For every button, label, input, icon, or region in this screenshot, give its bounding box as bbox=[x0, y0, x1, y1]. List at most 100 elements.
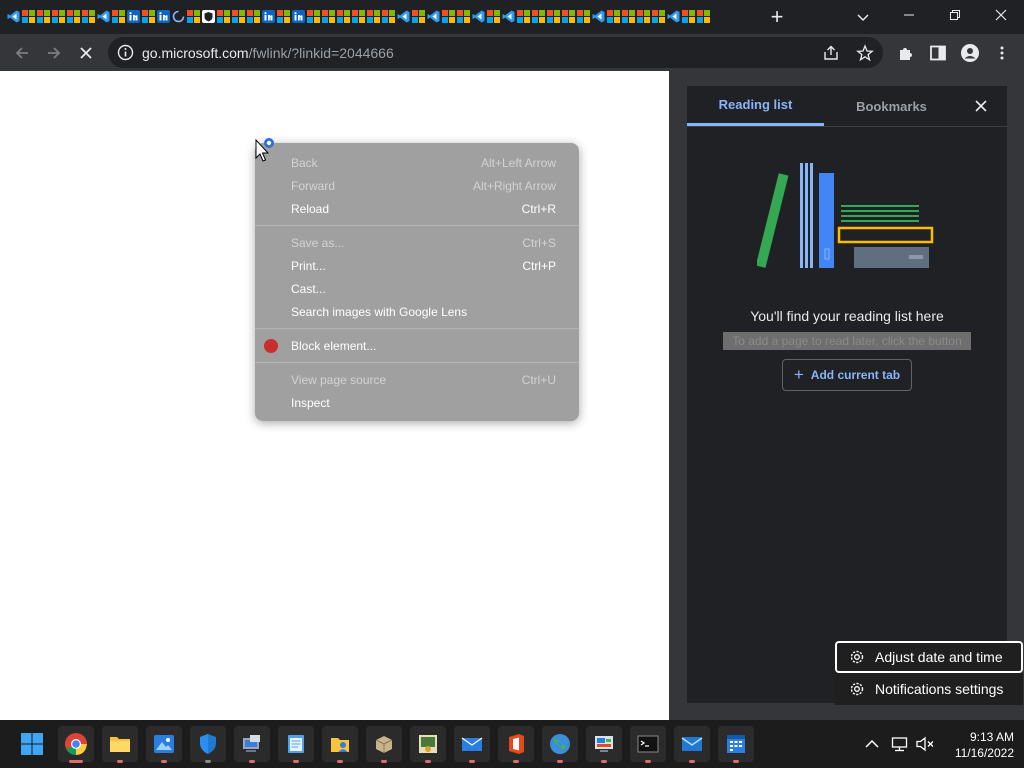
tab-favicon-ms-icon[interactable] bbox=[81, 8, 95, 24]
taskbar-notepad-icon[interactable] bbox=[278, 726, 314, 763]
address-bar[interactable]: go.microsoft.com/fwlink/?linkid=2044666 bbox=[108, 37, 883, 68]
stop-loading-button[interactable] bbox=[74, 41, 98, 65]
restore-button[interactable] bbox=[932, 0, 978, 30]
menu-item-view-source[interactable]: View page source Ctrl+U bbox=[255, 368, 579, 391]
tab-favicon-ms-icon[interactable] bbox=[681, 8, 695, 24]
taskbar-office-icon[interactable] bbox=[498, 726, 534, 763]
taskbar-file-explorer-icon[interactable] bbox=[102, 726, 138, 763]
tab-search-chevron-icon[interactable] bbox=[853, 7, 873, 27]
tab-favicon-vscode-icon[interactable] bbox=[6, 8, 20, 24]
add-current-tab-button[interactable]: + Add current tab bbox=[782, 359, 912, 391]
close-window-button[interactable] bbox=[978, 0, 1024, 30]
menu-item-notification-settings[interactable]: Notifications settings bbox=[835, 673, 1023, 705]
tab-favicon-shield-icon[interactable] bbox=[201, 8, 215, 24]
menu-item-cast[interactable]: Cast... bbox=[255, 277, 579, 300]
tab-bookmarks[interactable]: Bookmarks bbox=[824, 86, 959, 126]
network-icon[interactable] bbox=[891, 734, 909, 754]
menu-item-inspect[interactable]: Inspect bbox=[255, 391, 579, 414]
tab-favicon-ms-icon[interactable] bbox=[516, 8, 530, 24]
tab-favicon-ms-icon[interactable] bbox=[231, 8, 245, 24]
taskbar-photos-icon[interactable] bbox=[146, 726, 182, 763]
menu-item-google-lens[interactable]: Search images with Google Lens bbox=[255, 300, 579, 323]
tab-favicon-ms-icon[interactable] bbox=[456, 8, 470, 24]
taskbar-windows-security-icon[interactable] bbox=[190, 726, 226, 763]
taskbar-control-panel-icon[interactable] bbox=[586, 726, 622, 763]
tab-favicon-ms-icon[interactable] bbox=[546, 8, 560, 24]
taskbar-remote-desktop-icon[interactable] bbox=[234, 726, 270, 763]
extensions-puzzle-icon[interactable] bbox=[894, 41, 918, 65]
tab-favicon-ms-icon[interactable] bbox=[246, 8, 260, 24]
tab-favicon-spinner-icon[interactable] bbox=[171, 8, 185, 24]
menu-item-adjust-date-time[interactable]: Adjust date and time bbox=[835, 641, 1023, 673]
tab-favicon-ms-icon[interactable] bbox=[651, 8, 665, 24]
tab-favicon-ms-icon[interactable] bbox=[36, 8, 50, 24]
tab-favicon-vscode-icon[interactable] bbox=[666, 8, 680, 24]
tab-favicon-ms-icon[interactable] bbox=[141, 8, 155, 24]
tab-favicon-ms-icon[interactable] bbox=[366, 8, 380, 24]
tab-favicon-vscode-icon[interactable] bbox=[471, 8, 485, 24]
tab-favicon-ms-icon[interactable] bbox=[381, 8, 395, 24]
tab-favicon-ms-icon[interactable] bbox=[51, 8, 65, 24]
new-tab-button[interactable]: + bbox=[766, 6, 788, 28]
tab-favicon-linkedin-icon[interactable] bbox=[156, 8, 170, 24]
tab-favicon-ms-icon[interactable] bbox=[561, 8, 575, 24]
volume-muted-icon[interactable] bbox=[915, 734, 935, 754]
tab-favicon-vscode-icon[interactable] bbox=[591, 8, 605, 24]
share-icon[interactable] bbox=[822, 44, 840, 62]
tab-favicon-ms-icon[interactable] bbox=[336, 8, 350, 24]
menu-item-back[interactable]: Back Alt+Left Arrow bbox=[255, 151, 579, 174]
tab-favicon-ms-icon[interactable] bbox=[186, 8, 200, 24]
tab-favicon-vscode-icon[interactable] bbox=[96, 8, 110, 24]
menu-item-block-element[interactable]: Block element... bbox=[255, 334, 579, 357]
tab-favicon-linkedin-icon[interactable] bbox=[126, 8, 140, 24]
site-info-icon[interactable] bbox=[117, 44, 134, 61]
tab-favicon-vscode-icon[interactable] bbox=[426, 8, 440, 24]
menu-item-save-as[interactable]: Save as... Ctrl+S bbox=[255, 231, 579, 254]
tab-favicon-vscode-icon[interactable] bbox=[396, 8, 410, 24]
tab-reading-list[interactable]: Reading list bbox=[687, 86, 824, 126]
tab-favicon-ms-icon[interactable] bbox=[531, 8, 545, 24]
tab-favicon-ms-icon[interactable] bbox=[216, 8, 230, 24]
tab-favicon-ms-icon[interactable] bbox=[486, 8, 500, 24]
menu-item-reload[interactable]: Reload Ctrl+R bbox=[255, 197, 579, 220]
tab-favicon-ms-icon[interactable] bbox=[636, 8, 650, 24]
system-clock[interactable]: 9:13 AM 11/16/2022 bbox=[944, 729, 1014, 761]
close-side-panel-icon[interactable] bbox=[971, 96, 991, 116]
tab-favicon-ms-icon[interactable] bbox=[621, 8, 635, 24]
tab-favicon-ms-icon[interactable] bbox=[696, 8, 710, 24]
browser-menu-icon[interactable] bbox=[990, 41, 1014, 65]
tab-favicon-ms-icon[interactable] bbox=[21, 8, 35, 24]
tab-favicon-ms-icon[interactable] bbox=[111, 8, 125, 24]
taskbar-user-folder-icon[interactable] bbox=[322, 726, 358, 763]
tab-favicon-ms-icon[interactable] bbox=[306, 8, 320, 24]
tab-favicon-ms-icon[interactable] bbox=[66, 8, 80, 24]
tab-favicon-ms-icon[interactable] bbox=[351, 8, 365, 24]
tab-favicon-ms-icon[interactable] bbox=[606, 8, 620, 24]
taskbar-earth-icon[interactable] bbox=[542, 726, 578, 763]
tab-favicon-ms-icon[interactable] bbox=[321, 8, 335, 24]
taskbar-mail-icon[interactable] bbox=[674, 726, 710, 763]
tab-favicon-ms-icon[interactable] bbox=[276, 8, 290, 24]
taskbar-terminal-icon[interactable] bbox=[630, 726, 666, 763]
tab-favicon-ms-icon[interactable] bbox=[441, 8, 455, 24]
profile-avatar-icon[interactable] bbox=[958, 41, 982, 65]
bookmark-star-icon[interactable] bbox=[856, 44, 874, 62]
taskbar-calendar-icon[interactable] bbox=[718, 726, 754, 763]
taskbar-package-icon[interactable] bbox=[366, 726, 402, 763]
menu-item-print[interactable]: Print... Ctrl+P bbox=[255, 254, 579, 277]
taskbar-mail-envelope-icon[interactable] bbox=[454, 726, 490, 763]
tab-favicon-linkedin-icon[interactable] bbox=[261, 8, 275, 24]
tab-favicon-vscode-icon[interactable] bbox=[501, 8, 515, 24]
tab-favicon-ms-icon[interactable] bbox=[411, 8, 425, 24]
side-panel-toggle-icon[interactable] bbox=[926, 41, 950, 65]
taskbar-start-icon[interactable] bbox=[14, 726, 50, 762]
tab-favicon-ms-icon[interactable] bbox=[576, 8, 590, 24]
forward-button[interactable] bbox=[42, 41, 66, 65]
minimize-button[interactable] bbox=[886, 0, 932, 30]
taskbar-chrome-icon[interactable] bbox=[58, 726, 94, 763]
taskbar-certificate-icon[interactable] bbox=[410, 726, 446, 763]
show-hidden-icons-chevron[interactable] bbox=[864, 734, 880, 754]
tab-favicon-linkedin-icon[interactable] bbox=[291, 8, 305, 24]
menu-item-forward[interactable]: Forward Alt+Right Arrow bbox=[255, 174, 579, 197]
back-button[interactable] bbox=[10, 41, 34, 65]
